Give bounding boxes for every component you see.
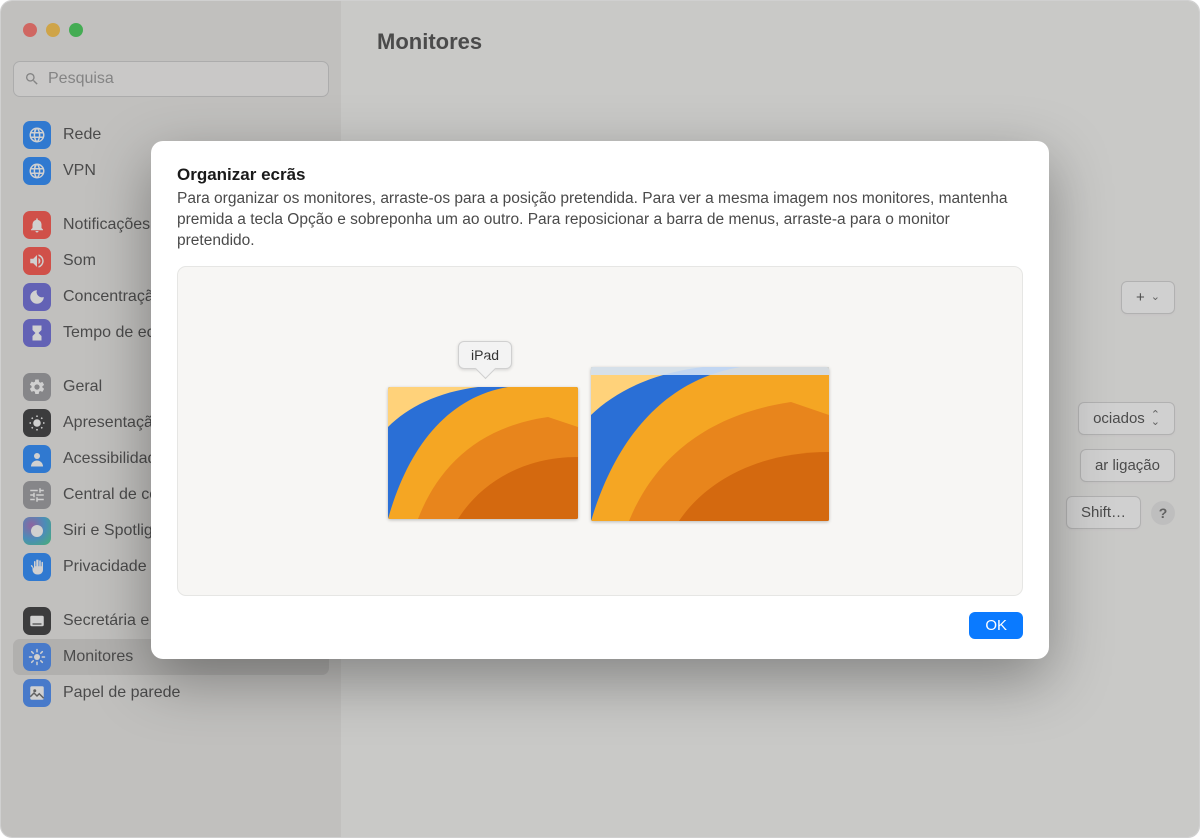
display-thumb-main[interactable] bbox=[591, 367, 829, 521]
wallpaper-icon bbox=[591, 367, 829, 521]
system-settings-window: Pesquisa RedeVPNNotificaçõesSomConcentra… bbox=[0, 0, 1200, 838]
display-thumb-ipad[interactable] bbox=[388, 387, 578, 519]
menubar-indicator[interactable] bbox=[591, 367, 829, 375]
display-arrange-canvas[interactable]: iPad bbox=[177, 266, 1023, 596]
dialog-description: Para organizar os monitores, arraste-os … bbox=[177, 189, 1023, 252]
ok-button[interactable]: OK bbox=[969, 612, 1023, 639]
wallpaper-icon bbox=[388, 387, 578, 519]
display-tooltip: iPad bbox=[458, 341, 512, 369]
dialog-title: Organizar ecrãs bbox=[177, 165, 1023, 185]
arrange-displays-dialog: Organizar ecrãs Para organizar os monito… bbox=[151, 141, 1049, 659]
